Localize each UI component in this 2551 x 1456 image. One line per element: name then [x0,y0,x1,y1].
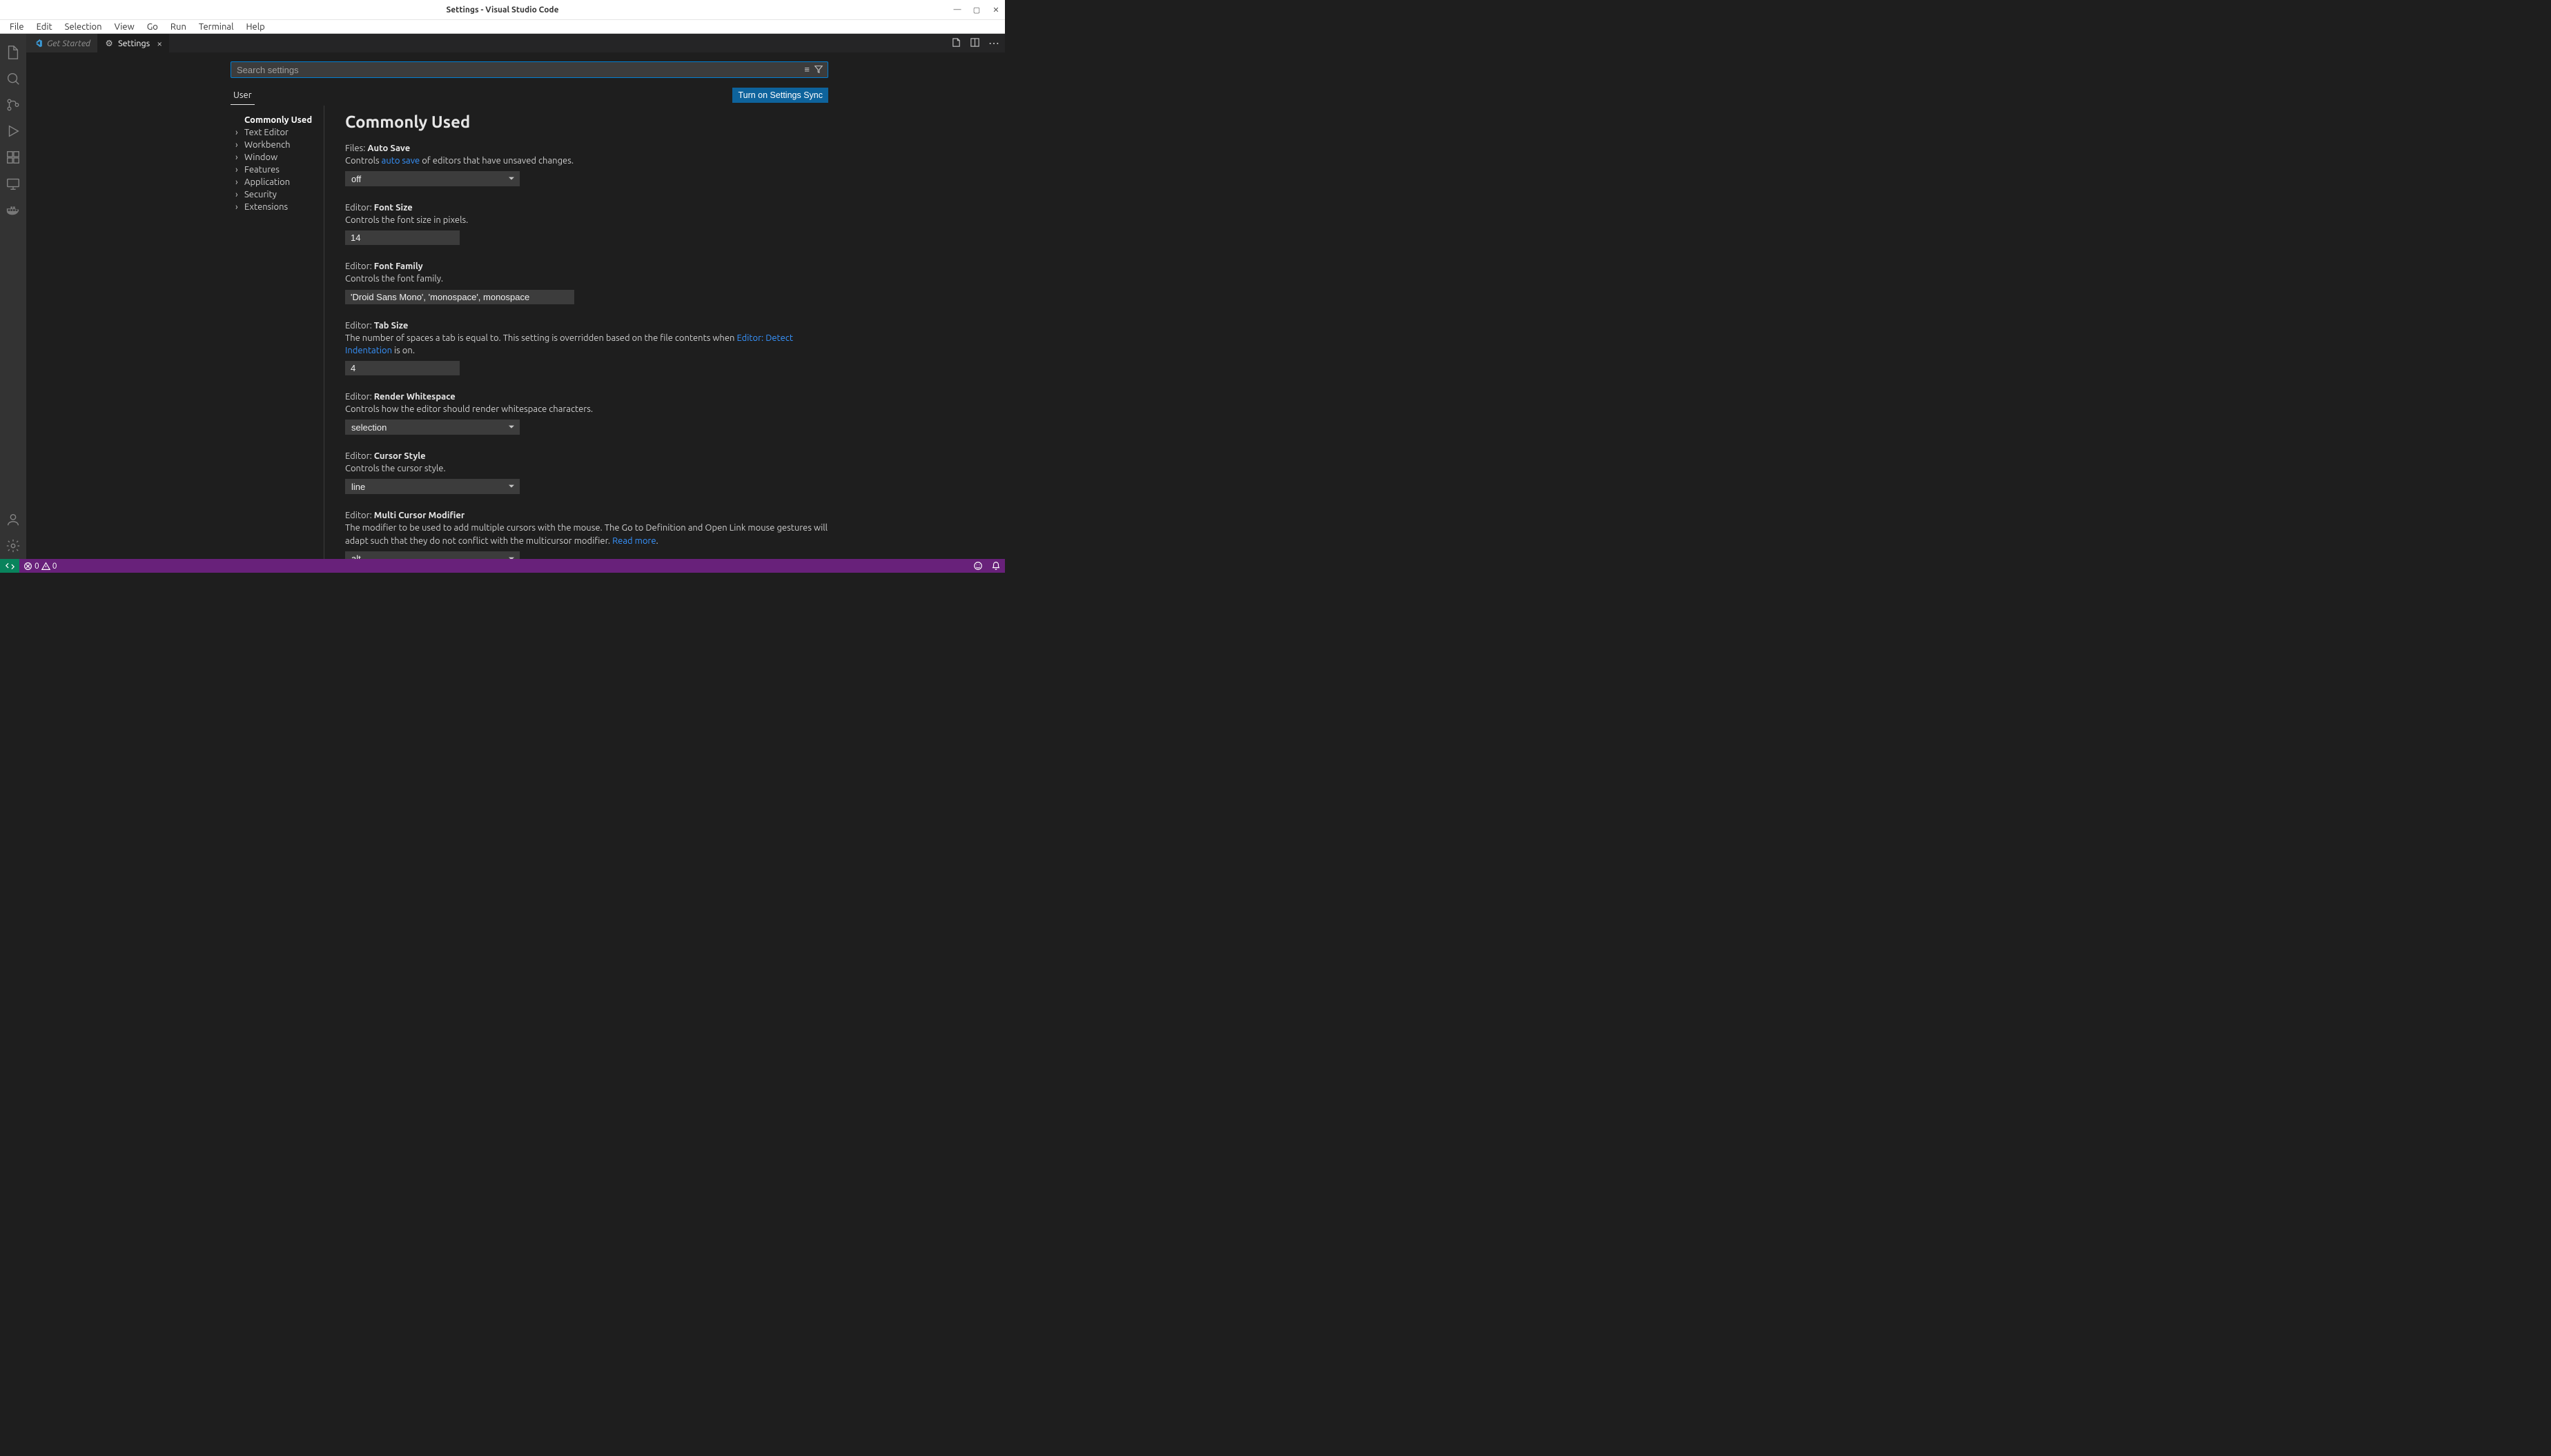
editor-actions: ⋯ [946,34,1005,52]
toc-workbench[interactable]: ›Workbench [231,139,324,151]
menu-run[interactable]: Run [165,21,192,33]
autosave-select[interactable]: off [345,171,520,186]
menubar: File Edit Selection View Go Run Terminal… [0,20,1005,34]
chevron-right-icon: › [235,128,242,137]
window-controls: — ▢ ✕ [952,6,1001,14]
fontfamily-input[interactable] [345,290,574,304]
settings-json-icon: ⚙ [104,39,114,48]
toc-security[interactable]: ›Security [231,188,324,201]
tab-get-started[interactable]: Get Started [26,34,97,52]
setting-editor-multicursor: Editor: Multi Cursor Modifier The modifi… [345,511,835,559]
setting-editor-cursorstyle: Editor: Cursor Style Controls the cursor… [345,451,835,494]
settings-gear-icon[interactable] [0,533,26,559]
chevron-right-icon: › [235,177,242,187]
settings-list[interactable]: Commonly Used Files: Auto Save Controls … [324,106,856,559]
menu-terminal[interactable]: Terminal [193,21,240,33]
tab-label: Settings [118,39,150,48]
chevron-right-icon: › [235,202,242,212]
split-editor-icon[interactable] [970,37,980,50]
chevron-right-icon: › [235,153,242,162]
statusbar: 0 0 [0,559,1005,573]
accounts-icon[interactable] [0,506,26,533]
search-icon[interactable] [0,66,26,92]
extensions-icon[interactable] [0,144,26,170]
setting-editor-fontsize: Editor: Font Size Controls the font size… [345,203,835,245]
toc-extensions[interactable]: ›Extensions [231,201,324,213]
setting-editor-fontfamily: Editor: Font Family Controls the font fa… [345,262,835,304]
clear-search-icon[interactable]: ≡ [804,64,810,76]
notifications-icon[interactable] [987,561,1005,571]
explorer-icon[interactable] [0,39,26,66]
section-header: Commonly Used [345,112,835,131]
problems-status[interactable]: 0 0 [19,562,61,571]
renderwhitespace-select[interactable]: selection [345,420,520,435]
feedback-icon[interactable] [969,561,987,571]
chevron-right-icon: › [235,140,242,150]
titlebar: Settings - Visual Studio Code — ▢ ✕ [0,0,1005,20]
menu-go[interactable]: Go [141,21,164,33]
vscode-icon [33,39,43,48]
tab-label: Get Started [47,39,90,48]
toc-text-editor[interactable]: ›Text Editor [231,126,324,139]
toc-window[interactable]: ›Window [231,151,324,164]
close-icon[interactable]: ✕ [991,6,1001,14]
chevron-right-icon: › [235,190,242,199]
setting-editor-tabsize: Editor: Tab Size The number of spaces a … [345,321,835,375]
open-settings-json-icon[interactable] [951,37,961,50]
tabsize-input[interactable] [345,361,460,375]
scope-user-tab[interactable]: User [231,86,255,105]
menu-view[interactable]: View [109,21,140,33]
filter-icon[interactable] [814,64,823,76]
settings-search[interactable]: ≡ [231,61,828,78]
toc-features[interactable]: ›Features [231,164,324,176]
multicursor-select[interactable]: alt [345,551,520,559]
toc-commonly-used[interactable]: Commonly Used [231,114,324,126]
settings-toc: Commonly Used ›Text Editor ›Workbench ›W… [231,106,324,559]
tab-settings[interactable]: ⚙ Settings × [97,34,169,52]
setting-files-autosave: Files: Auto Save Controls auto save of e… [345,144,835,186]
readmore-link[interactable]: Read more [612,536,656,546]
menu-help[interactable]: Help [240,21,270,33]
fontsize-input[interactable] [345,230,460,245]
docker-icon[interactable] [0,197,26,223]
minimize-icon[interactable]: — [952,6,962,14]
maximize-icon[interactable]: ▢ [972,6,981,14]
chevron-right-icon: › [235,165,242,175]
settings-sync-button[interactable]: Turn on Settings Sync [732,88,828,103]
source-control-icon[interactable] [0,92,26,118]
remote-explorer-icon[interactable] [0,170,26,197]
cursorstyle-select[interactable]: line [345,479,520,494]
autosave-link[interactable]: auto save [382,156,420,166]
activitybar [0,34,26,559]
editor-tabs: Get Started ⚙ Settings × ⋯ [26,34,1005,52]
tab-close-icon[interactable]: × [157,38,162,49]
run-debug-icon[interactable] [0,118,26,144]
toc-application[interactable]: ›Application [231,176,324,188]
setting-editor-renderwhitespace: Editor: Render Whitespace Controls how t… [345,392,835,435]
more-actions-icon[interactable]: ⋯ [988,37,999,50]
menu-selection[interactable]: Selection [59,21,108,33]
menu-file[interactable]: File [4,21,30,33]
menu-edit[interactable]: Edit [31,21,58,33]
window-title: Settings - Visual Studio Code [446,6,558,14]
settings-search-input[interactable] [231,65,800,75]
remote-indicator[interactable] [0,559,19,573]
